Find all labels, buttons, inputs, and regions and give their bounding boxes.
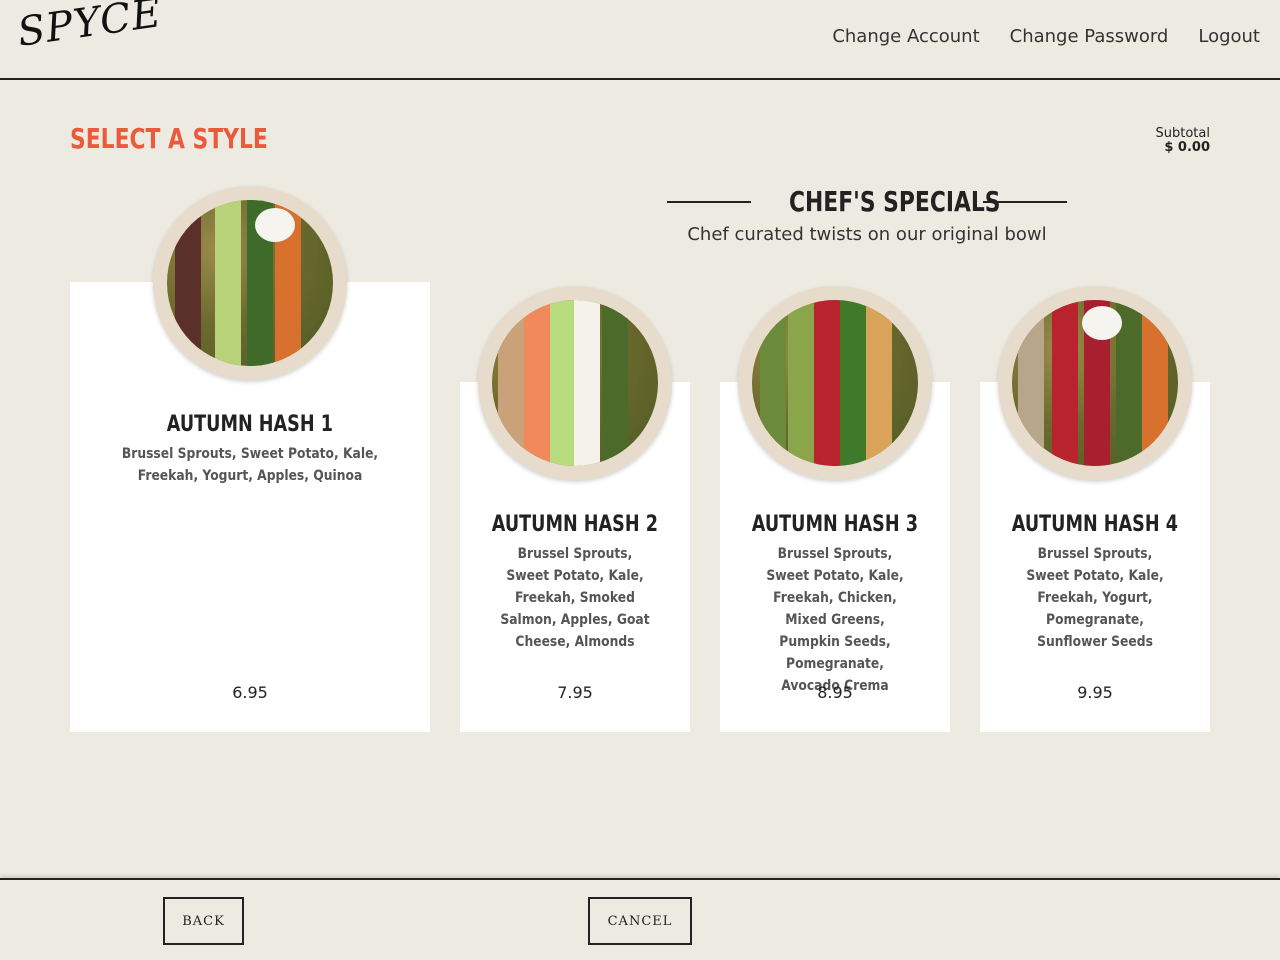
card-description: Brussel Sprouts, Sweet Potato, Kale, Fre… [766,546,904,694]
card-price: 7.95 [557,683,593,702]
page-title: SELECT A STYLE [70,122,268,155]
cancel-button[interactable]: CANCEL [588,897,692,945]
card-name: AUTUMN HASH 3 [751,512,919,537]
subtotal: Subtotal $ 0.00 [1156,127,1210,155]
bowl-image [153,186,347,380]
account-nav: Change Account Change Password Logout [832,26,1260,47]
back-button[interactable]: BACK [163,897,244,945]
chefs-specials-header: CHEF'S SPECIALS Chef curated twists on o… [667,185,1067,245]
specials-subtitle: Chef curated twists on our original bowl [687,224,1047,245]
subtotal-label: Subtotal [1155,126,1210,141]
divider-left [667,200,751,203]
bowl-image [478,286,672,480]
spyce-logo[interactable]: SPYCE [15,0,165,56]
card-description: Brussel Sprouts, Sweet Potato, Kale, Fre… [500,546,650,650]
change-password-link[interactable]: Change Password [1010,26,1169,47]
bowl-image [998,286,1192,480]
card-description: Brussel Sprouts, Sweet Potato, Kale, Fre… [1026,546,1164,650]
card-description: Brussel Sprouts, Sweet Potato, Kale, Fre… [121,446,379,484]
logout-link[interactable]: Logout [1198,26,1260,47]
footer-bar: BACK CANCEL [0,878,1280,960]
subtotal-value: $ 0.00 [1164,140,1210,155]
card-name: AUTUMN HASH 4 [1011,512,1179,537]
bowl-card-autumn-hash-2[interactable]: AUTUMN HASH 2 Brussel Sprouts, Sweet Pot… [460,286,690,732]
bowl-card-autumn-hash-3[interactable]: AUTUMN HASH 3 Brussel Sprouts, Sweet Pot… [720,286,950,732]
card-price: 8.95 [817,683,853,702]
card-name: AUTUMN HASH 1 [166,412,334,437]
top-header: SPYCE Change Account Change Password Log… [0,0,1280,80]
bowl-card-autumn-hash-4[interactable]: AUTUMN HASH 4 Brussel Sprouts, Sweet Pot… [980,286,1210,732]
card-price: 9.95 [1077,683,1113,702]
bowl-card-autumn-hash-1[interactable]: AUTUMN HASH 1 Brussel Sprouts, Sweet Pot… [70,186,430,732]
change-account-link[interactable]: Change Account [832,26,979,47]
specials-title: CHEF'S SPECIALS [789,185,1001,218]
card-name: AUTUMN HASH 2 [491,512,659,537]
bowl-image [738,286,932,480]
card-price: 6.95 [232,683,268,702]
